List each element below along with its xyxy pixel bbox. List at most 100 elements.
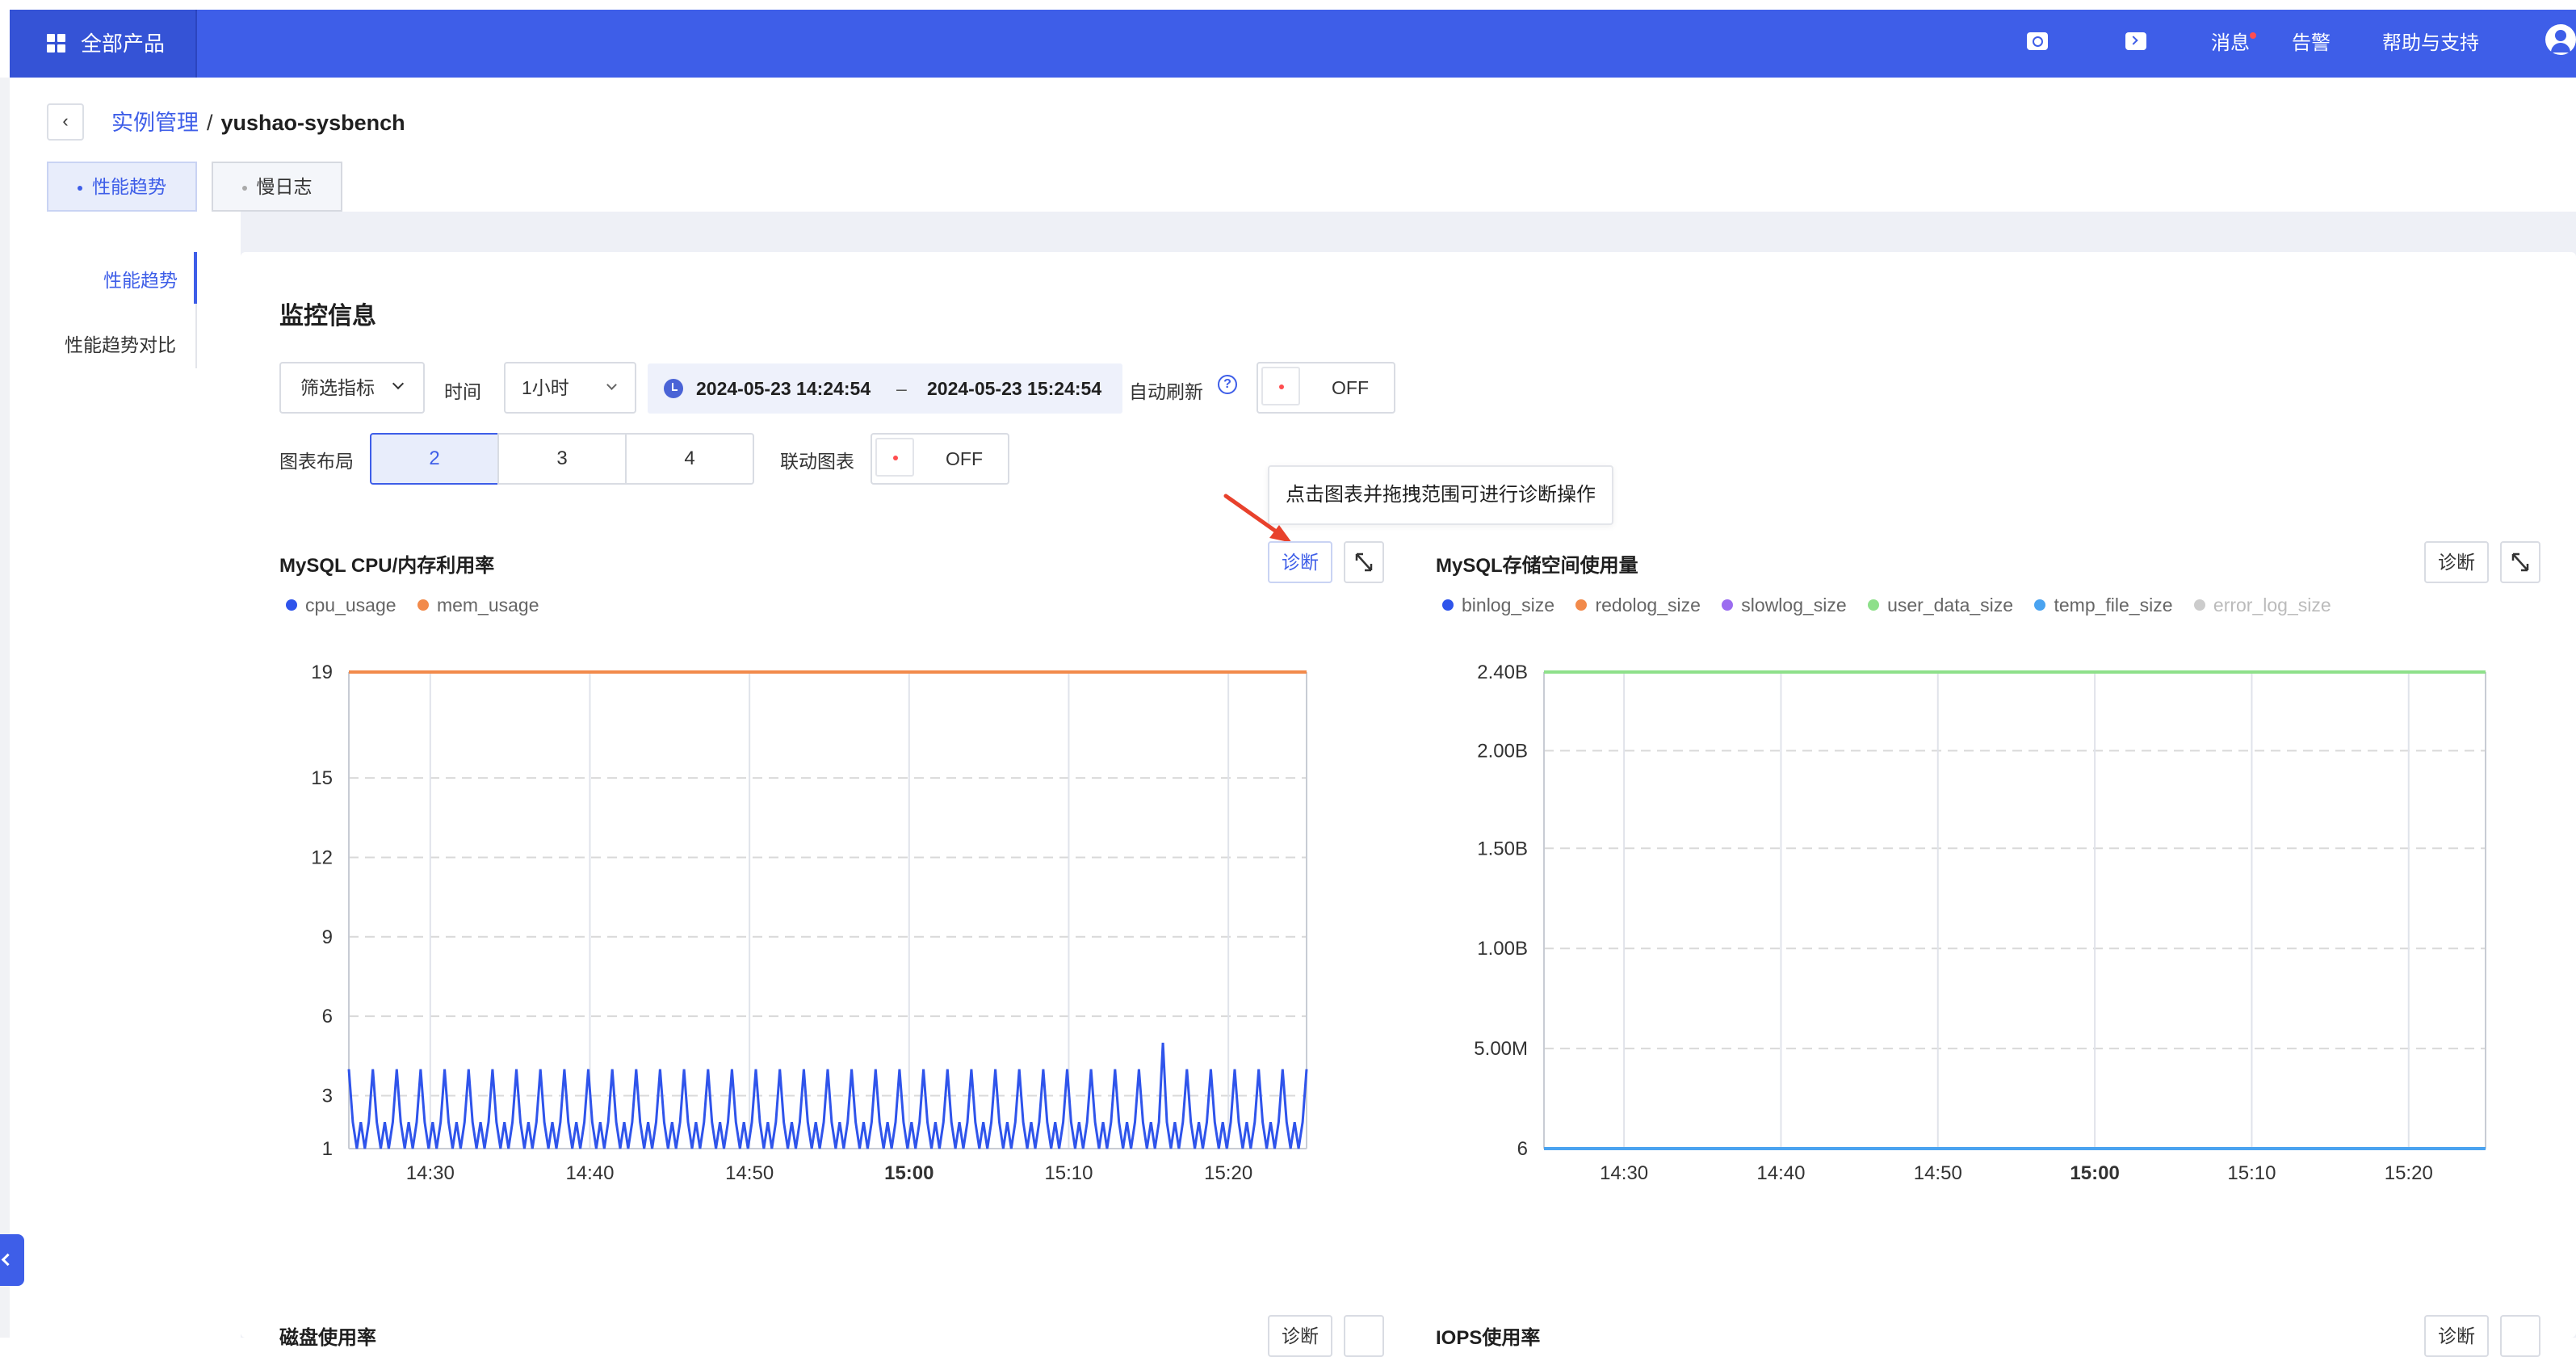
y-tick-label: 9 bbox=[322, 926, 333, 948]
left-edge bbox=[0, 78, 10, 1338]
diagnose-button-iops[interactable]: 诊断 bbox=[2424, 1315, 2489, 1357]
x-tick-label: 15:00 bbox=[2070, 1162, 2119, 1184]
expand-icon[interactable] bbox=[1344, 1315, 1384, 1357]
date-start: 2024-05-23 14:24:54 bbox=[696, 378, 871, 399]
legend-label: cpu_usage bbox=[305, 594, 396, 615]
time-label: 时间 bbox=[444, 381, 481, 402]
y-tick-label: 3 bbox=[322, 1085, 333, 1107]
breadcrumb-separator: / bbox=[207, 111, 213, 135]
chevron-left-icon: ‹ bbox=[62, 111, 69, 131]
legend-item[interactable]: slowlog_size bbox=[1722, 594, 1847, 616]
date-range-picker[interactable]: 2024-05-23 14:24:54 – 2024-05-23 15:24:5… bbox=[648, 363, 1122, 414]
legend-item[interactable]: user_data_size bbox=[1868, 594, 2013, 616]
layout-option-3[interactable]: 3 bbox=[497, 433, 627, 485]
messages-link[interactable]: 消息 bbox=[2211, 10, 2250, 78]
tab-performance-trend[interactable]: 性能趋势 bbox=[47, 162, 197, 212]
page-title: 监控信息 bbox=[279, 303, 376, 330]
layout-option-2[interactable]: 2 bbox=[370, 433, 499, 485]
chart-title-disk-usage: 磁盘使用率 bbox=[279, 1327, 376, 1349]
help-support-link[interactable]: 帮助与支持 bbox=[2382, 10, 2479, 78]
legend-item[interactable]: error_log_size bbox=[2193, 594, 2331, 616]
legend-label: slowlog_size bbox=[1741, 594, 1847, 615]
legend-item[interactable]: redolog_size bbox=[1575, 594, 1701, 616]
tab-dot-icon bbox=[78, 185, 82, 191]
y-tick-label: 6 bbox=[1517, 1138, 1528, 1160]
toggle-knob bbox=[875, 438, 914, 477]
y-tick-label: 2.40B bbox=[1477, 662, 1528, 683]
tab-label: 性能趋势 bbox=[92, 176, 166, 197]
chart-storage[interactable]: 6 5.00M 1.00B 1.50B 2.00B 2.40B 14:30 14:40 14:5… bbox=[1436, 646, 2566, 1228]
legend-label: temp_file_size bbox=[2054, 594, 2173, 615]
search-icon[interactable] bbox=[2027, 32, 2048, 50]
x-tick-label: 14:30 bbox=[406, 1162, 455, 1184]
link-charts-label: 联动图表 bbox=[780, 451, 854, 472]
legend-label: binlog_size bbox=[1462, 594, 1555, 615]
y-tick-label: 19 bbox=[311, 662, 333, 683]
back-button[interactable]: ‹ bbox=[47, 103, 84, 141]
sidenav-active-indicator bbox=[194, 252, 197, 304]
toggle-knob bbox=[1261, 367, 1300, 405]
diagnose-button-disk[interactable]: 诊断 bbox=[1268, 1315, 1332, 1357]
y-tick-label: 12 bbox=[311, 847, 333, 868]
expand-icon[interactable] bbox=[2500, 541, 2540, 583]
breadcrumb: 实例管理 / yushao-sysbench bbox=[111, 107, 405, 139]
expand-icon[interactable] bbox=[2500, 1315, 2540, 1357]
top-bar-background bbox=[10, 10, 2576, 78]
date-end: 2024-05-23 15:24:54 bbox=[927, 378, 1102, 399]
diagnose-button-cpu-mem[interactable]: 诊断 bbox=[1268, 541, 1332, 583]
sidenav-divider bbox=[195, 304, 197, 368]
help-question-icon[interactable]: ? bbox=[1218, 375, 1237, 394]
x-tick-label: 14:30 bbox=[1600, 1162, 1648, 1184]
diagnose-tooltip: 点击图表并拖拽范围可进行诊断操作 bbox=[1268, 465, 1613, 525]
terminal-icon[interactable] bbox=[2125, 32, 2146, 50]
x-tick-label: 15:10 bbox=[2227, 1162, 2276, 1184]
auto-refresh-state: OFF bbox=[1332, 377, 1369, 398]
tab-slow-log[interactable]: 慢日志 bbox=[212, 162, 342, 212]
expand-icon[interactable] bbox=[1344, 541, 1384, 583]
chart-title-cpu-mem: MySQL CPU/内存利用率 bbox=[279, 555, 495, 577]
legend-storage: binlog_size redolog_size slowlog_size us… bbox=[1442, 594, 2347, 616]
top-bar: 全部产品 消息 告警 帮助与支持 bbox=[0, 0, 2576, 78]
chart-layout-label: 图表布局 bbox=[279, 451, 354, 472]
all-products-button[interactable]: 全部产品 bbox=[10, 10, 197, 78]
user-avatar-icon[interactable] bbox=[2545, 24, 2576, 55]
apps-grid-icon bbox=[47, 34, 66, 53]
legend-item[interactable]: mem_usage bbox=[417, 594, 539, 616]
time-range-value: 1小时 bbox=[522, 377, 569, 398]
legend-cpu-mem: cpu_usage mem_usage bbox=[286, 594, 556, 616]
tab-label: 慢日志 bbox=[256, 176, 313, 197]
sidenav-item-performance-trend[interactable]: 性能趋势 bbox=[103, 265, 178, 292]
messages-unread-dot bbox=[2250, 32, 2256, 39]
side-nav: 性能趋势 性能趋势对比 bbox=[10, 212, 241, 1338]
legend-item[interactable]: binlog_size bbox=[1442, 594, 1554, 616]
auto-refresh-label: 自动刷新 bbox=[1129, 381, 1203, 402]
y-tick-label: 2.00B bbox=[1477, 740, 1528, 762]
legend-label: error_log_size bbox=[2213, 594, 2331, 615]
legend-item[interactable]: cpu_usage bbox=[286, 594, 396, 616]
tab-dot-icon bbox=[241, 185, 247, 191]
alerts-link[interactable]: 告警 bbox=[2292, 10, 2331, 78]
legend-item[interactable]: temp_file_size bbox=[2034, 594, 2173, 616]
auto-refresh-toggle[interactable]: OFF bbox=[1257, 362, 1395, 414]
chart-cpu-mem[interactable]: 1 3 6 9 12 15 19 14:30 14:40 14:50 15:00 15:10 15:20 bbox=[279, 646, 1410, 1228]
clock-icon bbox=[664, 379, 683, 398]
legend-label: mem_usage bbox=[436, 594, 539, 615]
chevron-down-icon bbox=[392, 377, 405, 390]
collapse-sidebar-tab[interactable] bbox=[0, 1234, 24, 1286]
y-tick-label: 1.00B bbox=[1477, 938, 1528, 960]
layout-option-4[interactable]: 4 bbox=[625, 433, 754, 485]
y-tick-label: 5.00M bbox=[1474, 1038, 1528, 1060]
filter-metrics-label: 筛选指标 bbox=[300, 377, 375, 398]
breadcrumb-instances-link[interactable]: 实例管理 bbox=[111, 111, 199, 135]
sidenav-item-trend-compare[interactable]: 性能趋势对比 bbox=[65, 330, 176, 357]
diagnose-button-storage[interactable]: 诊断 bbox=[2424, 541, 2489, 583]
x-tick-label: 14:50 bbox=[725, 1162, 774, 1184]
all-products-label: 全部产品 bbox=[81, 32, 166, 56]
y-tick-label: 6 bbox=[322, 1006, 333, 1027]
link-charts-state: OFF bbox=[946, 448, 983, 469]
filter-metrics-dropdown[interactable]: 筛选指标 bbox=[279, 362, 425, 414]
time-range-select[interactable]: 1小时 bbox=[504, 362, 636, 414]
breadcrumb-current: yushao-sysbench bbox=[220, 111, 405, 135]
date-range-separator: – bbox=[896, 378, 907, 399]
link-charts-toggle[interactable]: OFF bbox=[871, 433, 1009, 485]
